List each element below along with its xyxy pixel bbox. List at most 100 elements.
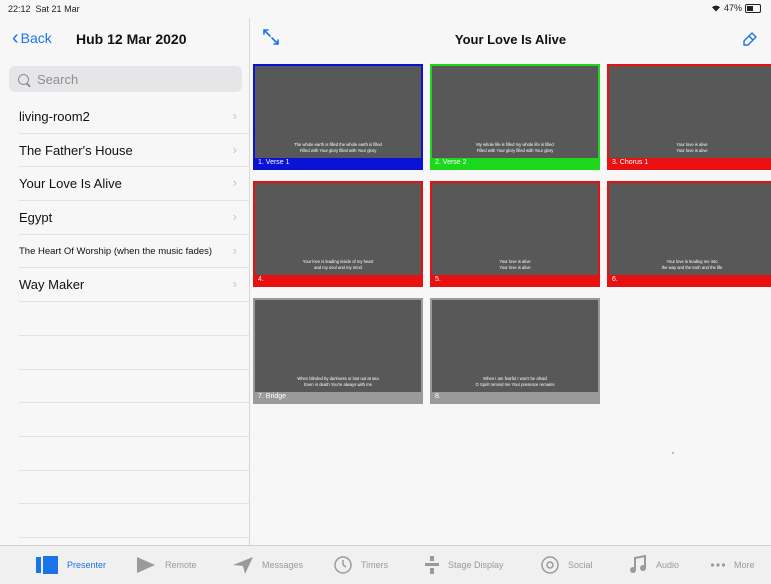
song-title: Your Love Is Alive — [454, 32, 567, 47]
slide-thumbnail[interactable]: When I am fearful I won't be afraid O Spi… — [430, 298, 600, 404]
song-item-egypt[interactable]: Egypt › — [19, 201, 249, 235]
tab-remote[interactable]: Remote — [135, 555, 197, 575]
song-label: Egypt — [19, 210, 53, 226]
tab-label: Messages — [262, 560, 304, 570]
sidebar: ‹ Back Hub 12 Mar 2020 living-room2 › The… — [0, 18, 250, 545]
slide-label: 7. Bridge — [255, 392, 421, 402]
more-icon — [710, 563, 726, 567]
play-icon — [137, 557, 155, 573]
song-item-your-love-is-alive[interactable]: Your Love Is Alive › — [19, 167, 249, 202]
slide-thumbnail[interactable]: Your love is alive Your love is alive 5. — [430, 181, 600, 287]
slide-lyric-line: the way and the truth and the life — [661, 264, 723, 270]
empty-row — [19, 437, 249, 471]
empty-row — [19, 336, 249, 370]
wifi-icon — [711, 5, 720, 12]
slide-label: 3. Chorus 1 — [609, 158, 771, 168]
song-label: Your Love Is Alive — [19, 176, 122, 192]
presenter-icon — [36, 556, 58, 574]
chevron-right-icon: › — [232, 242, 237, 258]
tab-label: Stage Display — [448, 560, 504, 570]
slide-lyrics: Your love is alive Your love is alive — [438, 259, 592, 270]
song-label: The Heart Of Worship (when the music fad… — [19, 245, 213, 257]
slide-lyrics: When blinded by darkness or lost out at … — [261, 376, 415, 387]
empty-row — [19, 471, 249, 505]
slide-label: 1. Verse 1 — [255, 158, 421, 168]
sidebar-nav-bar: ‹ Back Hub 12 Mar 2020 — [0, 18, 249, 60]
stage-display-icon — [425, 556, 439, 574]
song-label: living-room2 — [19, 109, 90, 124]
slide-thumbnail[interactable]: My whole life is filled my whole life is… — [430, 64, 600, 170]
tab-social[interactable]: Social — [540, 555, 593, 575]
slide-lyrics: The whole earth is filled the whole eart… — [261, 142, 415, 153]
tab-label: More — [734, 560, 755, 570]
song-item-the-fathers-house[interactable]: The Father's House › — [19, 134, 249, 168]
chevron-right-icon: › — [232, 175, 237, 191]
back-button[interactable]: ‹ Back — [12, 27, 52, 49]
song-item-way-maker[interactable]: Way Maker › — [19, 268, 249, 303]
status-bar: 22:12 Sat 21 Mar 47% — [0, 0, 771, 18]
empty-row — [19, 403, 249, 437]
tab-more[interactable]: More — [710, 555, 755, 575]
messages-icon — [233, 557, 253, 574]
tab-label: Timers — [361, 560, 389, 570]
tab-timers[interactable]: Timers — [333, 555, 388, 575]
edit-eraser-icon[interactable] — [741, 29, 759, 47]
tab-label: Presenter — [67, 560, 107, 570]
search-input[interactable] — [35, 70, 239, 88]
slide-lyric-line: and my soul and my mind — [314, 264, 362, 270]
indicator-dot — [672, 452, 674, 454]
tab-label: Audio — [656, 560, 680, 570]
battery-icon — [745, 3, 761, 13]
song-label: The Father's House — [19, 142, 133, 158]
slide-thumbnail[interactable]: Your love is leading inside of my heart a… — [253, 181, 423, 287]
slide-lyrics: When I am fearful I won't be afraid O Spi… — [438, 376, 592, 387]
empty-row — [19, 302, 249, 336]
song-item-living-room2[interactable]: living-room2 › — [19, 100, 249, 134]
song-label: Way Maker — [19, 277, 85, 293]
tab-presenter[interactable]: Presenter — [35, 555, 106, 575]
slide-lyrics: My whole life is filled my whole life is… — [438, 142, 592, 153]
slide-thumbnail[interactable]: The whole earth is filled the whole eart… — [253, 64, 423, 170]
slide-lyric-line: O Spirit remind me Your presence remains — [475, 381, 555, 387]
chevron-right-icon: › — [232, 141, 237, 157]
battery-fill — [747, 5, 753, 11]
song-item-the-heart-of-worship[interactable]: The Heart Of Worship (when the music fad… — [19, 235, 249, 269]
slide-thumbnail[interactable]: Your love is alive Your love is alive 3. C… — [607, 64, 771, 170]
slide-lyric-line: Your love is alive — [676, 147, 708, 153]
status-right: 47% — [711, 3, 761, 13]
battery-percent: 47% — [723, 3, 742, 13]
slide-lyrics: Your love is leading me into the way and … — [615, 259, 769, 270]
slide-lyrics: Your love is leading inside of my heart a… — [261, 259, 415, 270]
slide-label: 5. — [432, 275, 598, 285]
search-icon — [18, 73, 29, 85]
tab-bar: Presenter Remote Messages Timers Stage D… — [0, 545, 771, 584]
music-note-icon — [630, 555, 646, 573]
tab-label: Remote — [165, 560, 197, 570]
status-time: 22:12 — [8, 4, 31, 14]
slide-lyric-line: Filled with Your glory filled with Your … — [299, 147, 377, 153]
song-list: living-room2 › The Father's House › Your L… — [0, 100, 249, 538]
timer-icon — [334, 556, 352, 574]
main-header: Your Love Is Alive — [250, 18, 771, 60]
tab-audio[interactable]: Audio — [628, 555, 679, 575]
playlist-title: Hub 12 Mar 2020 — [76, 31, 187, 47]
chevron-right-icon: › — [232, 108, 237, 123]
slide-label: 8. — [432, 392, 598, 402]
chevron-left-icon: ‹ — [12, 27, 19, 49]
status-date: Sat 21 Mar — [35, 4, 80, 14]
slide-label: 2. Verse 2 — [432, 158, 598, 168]
back-label: Back — [20, 30, 52, 46]
tab-stage-display[interactable]: Stage Display — [424, 555, 504, 575]
slide-label: 6. — [609, 275, 771, 285]
empty-row — [19, 370, 249, 404]
at-icon — [541, 556, 559, 574]
tab-label: Social — [568, 560, 593, 570]
slide-thumbnail[interactable]: When blinded by darkness or lost out at … — [253, 298, 423, 404]
slide-lyric-line: Your love is alive — [499, 264, 531, 270]
tab-messages[interactable]: Messages — [232, 555, 303, 575]
slide-lyrics: Your love is alive Your love is alive — [615, 142, 769, 153]
slide-thumbnail[interactable]: Your love is leading me into the way and … — [607, 181, 771, 287]
search-bar[interactable] — [9, 66, 242, 92]
chevron-right-icon: › — [232, 276, 237, 292]
empty-row — [19, 504, 249, 538]
